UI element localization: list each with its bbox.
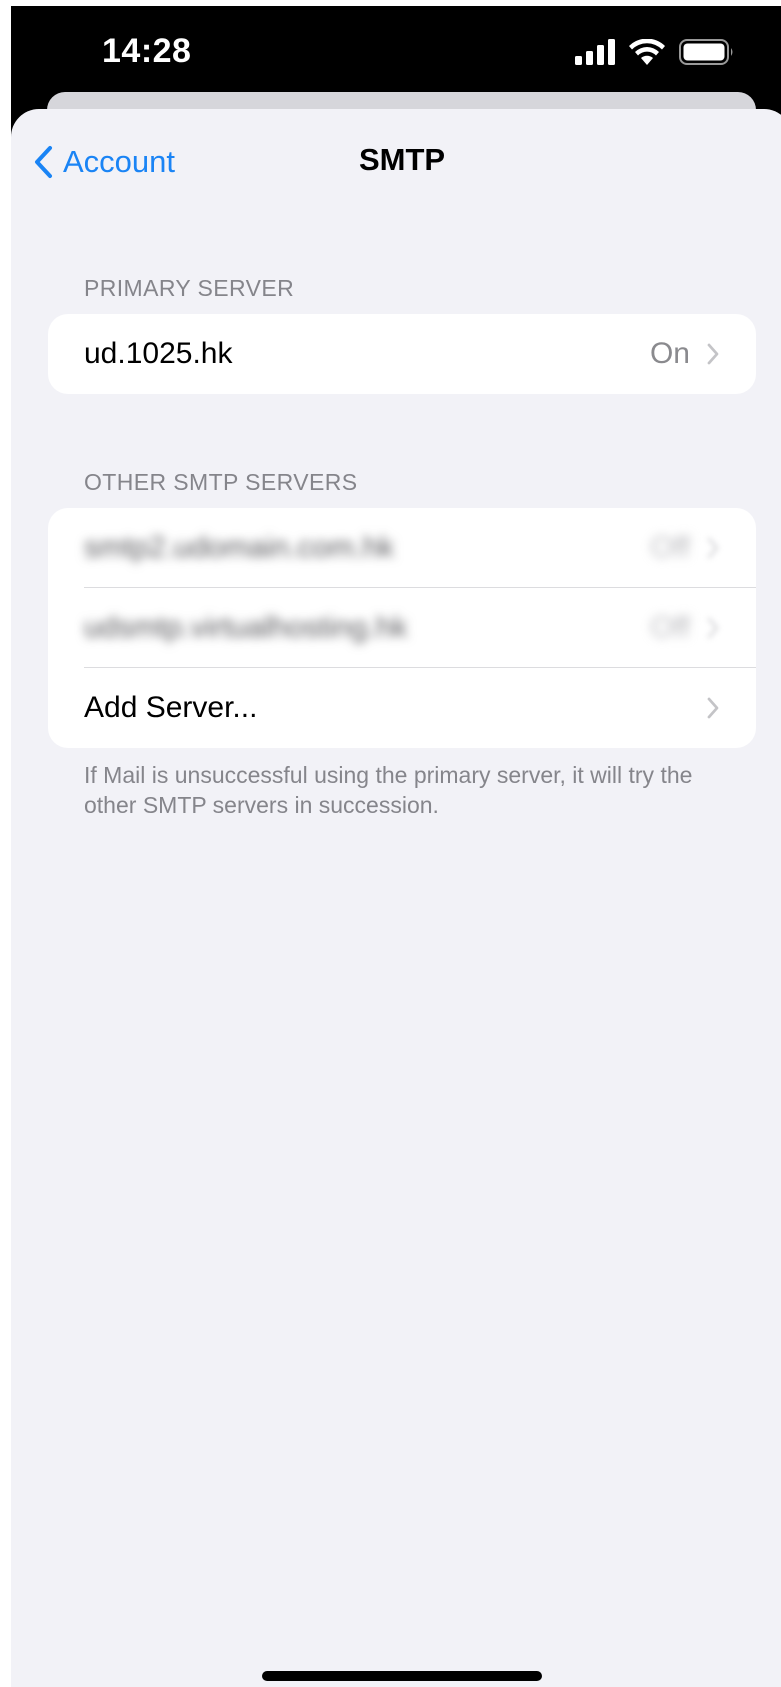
status-time: 14:28 <box>102 32 192 70</box>
home-indicator[interactable] <box>262 1671 542 1681</box>
chevron-right-icon <box>707 537 719 559</box>
smtp-server-row[interactable]: udsmtp.virtualhosting.hk Off <box>48 588 756 668</box>
add-server-button[interactable]: Add Server... <box>48 668 756 748</box>
server-name: ud.1025.hk <box>84 337 233 370</box>
other-servers-group: smtp2.udomain.com.hk Off udsmtp.virtualh… <box>48 508 756 748</box>
battery-icon <box>679 39 733 65</box>
other-servers-header: OTHER SMTP SERVERS <box>84 469 358 495</box>
chevron-right-icon <box>707 697 719 719</box>
server-status: On <box>649 337 690 370</box>
server-name: udsmtp.virtualhosting.hk <box>84 611 408 644</box>
chevron-right-icon <box>707 617 719 639</box>
primary-server-header: PRIMARY SERVER <box>84 275 295 301</box>
cellular-signal-icon <box>575 39 615 65</box>
primary-server-row[interactable]: ud.1025.hk On <box>48 314 756 394</box>
server-name: smtp2.udomain.com.hk <box>84 531 395 564</box>
add-server-label: Add Server... <box>84 691 258 724</box>
smtp-server-row[interactable]: smtp2.udomain.com.hk Off <box>48 508 756 588</box>
primary-server-group: ud.1025.hk On <box>48 314 756 394</box>
wifi-icon <box>629 39 665 65</box>
chevron-right-icon <box>707 343 719 365</box>
server-status: Off <box>650 531 690 564</box>
page-title: SMTP <box>358 142 446 177</box>
server-status: Off <box>650 611 690 644</box>
screen: 14:28 Account SMTP PRIMARY SERVER ud.102… <box>0 0 781 1687</box>
footer-note: If Mail is unsuccessful using the primar… <box>84 762 693 818</box>
status-icons <box>575 36 735 68</box>
